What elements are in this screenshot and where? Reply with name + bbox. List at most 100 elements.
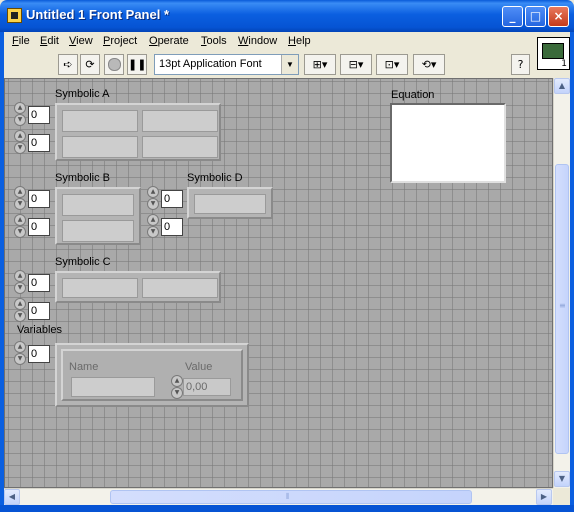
menu-operate[interactable]: Operate — [149, 35, 189, 47]
symbolic-c-index-1-stepper[interactable]: ▲ ▼ — [14, 270, 26, 294]
scroll-down-button[interactable]: ▼ — [554, 471, 570, 487]
symbolic-c-index-2-stepper[interactable]: ▲ ▼ — [14, 298, 26, 322]
increment-icon[interactable]: ▲ — [14, 130, 26, 142]
symbolic-c-cell[interactable] — [142, 278, 218, 298]
menu-tools[interactable]: Tools — [201, 35, 227, 47]
variables-cluster-array[interactable]: Name Value ▲ ▼ 0,00 — [55, 343, 249, 407]
value-stepper[interactable]: ▲ ▼ — [171, 375, 183, 399]
decrement-icon[interactable]: ▼ — [14, 310, 26, 322]
increment-icon[interactable]: ▲ — [147, 214, 159, 226]
resize-objects-button[interactable]: ⊡▾ — [376, 54, 408, 75]
maximize-button[interactable]: □ — [525, 6, 546, 27]
symbolic-d-index-2[interactable]: 0 — [161, 218, 183, 236]
symbolic-b-cell[interactable] — [62, 220, 134, 242]
symbolic-a-index-2[interactable]: 0 — [28, 134, 50, 152]
increment-icon[interactable]: ▲ — [14, 102, 26, 114]
decrement-icon[interactable]: ▼ — [14, 198, 26, 210]
name-field[interactable] — [71, 377, 155, 397]
decrement-icon[interactable]: ▼ — [14, 114, 26, 126]
symbolic-d-index-2-stepper[interactable]: ▲ ▼ — [147, 214, 159, 238]
font-dropdown[interactable]: 13pt Application Font ▼ — [154, 54, 299, 75]
menu-help[interactable]: Help — [288, 35, 311, 47]
symbolic-a-cell[interactable] — [142, 136, 218, 158]
decrement-icon[interactable]: ▼ — [14, 142, 26, 154]
scroll-left-button[interactable]: ◀ — [4, 489, 20, 505]
symbolic-d-index-1[interactable]: 0 — [161, 190, 183, 208]
symbolic-c-cell[interactable] — [62, 278, 138, 298]
symbolic-b-index-2-stepper[interactable]: ▲ ▼ — [14, 214, 26, 238]
symbolic-d-array[interactable] — [187, 187, 273, 219]
reorder-button[interactable]: ⟲▾ — [413, 54, 445, 75]
increment-icon[interactable]: ▲ — [171, 375, 183, 387]
context-help-button[interactable]: ? — [511, 54, 530, 75]
scrollbar-corner — [553, 488, 570, 505]
increment-icon[interactable]: ▲ — [14, 298, 26, 310]
decrement-icon[interactable]: ▼ — [147, 198, 159, 210]
symbolic-d-label: Symbolic D — [187, 172, 243, 184]
window-title: Untitled 1 Front Panel * — [26, 7, 170, 22]
scroll-right-button[interactable]: ▶ — [536, 489, 552, 505]
horizontal-scroll-thumb[interactable]: ⦀ — [110, 490, 472, 504]
symbolic-c-index-2[interactable]: 0 — [28, 302, 50, 320]
decrement-icon[interactable]: ▼ — [14, 226, 26, 238]
symbolic-a-index-1-stepper[interactable]: ▲ ▼ — [14, 102, 26, 126]
decrement-icon[interactable]: ▼ — [14, 353, 26, 365]
grip-icon: ⦀ — [286, 492, 290, 501]
menu-view[interactable]: View — [69, 35, 93, 47]
symbolic-b-cell[interactable] — [62, 194, 134, 216]
scroll-up-button[interactable]: ▲ — [554, 78, 570, 94]
close-button[interactable]: × — [548, 6, 569, 27]
labview-app-icon[interactable] — [7, 8, 22, 23]
menu-project[interactable]: Project — [103, 35, 137, 47]
increment-icon[interactable]: ▲ — [14, 270, 26, 282]
menu-edit[interactable]: Edit — [40, 35, 59, 47]
variables-label: Variables — [17, 324, 63, 336]
symbolic-a-cell[interactable] — [142, 110, 218, 132]
menu-file[interactable]: File — [12, 35, 30, 47]
increment-icon[interactable]: ▲ — [147, 186, 159, 198]
symbolic-a-cell[interactable] — [62, 136, 138, 158]
align-icon: ⊞▾ — [312, 58, 328, 71]
symbolic-b-index-1[interactable]: 0 — [28, 190, 50, 208]
front-panel[interactable]: Symbolic A ▲ ▼ 0 ▲ ▼ 0 Symbolic B ▲ ▼ 0 ▲ ▼ … — [4, 78, 553, 488]
minimize-button[interactable]: _ — [502, 6, 523, 27]
vertical-scroll-thumb[interactable]: ≡ — [555, 164, 569, 454]
decrement-icon[interactable]: ▼ — [147, 226, 159, 238]
symbolic-b-array[interactable] — [55, 187, 141, 245]
align-objects-button[interactable]: ⊞▾ — [304, 54, 336, 75]
symbolic-d-index-1-stepper[interactable]: ▲ ▼ — [147, 186, 159, 210]
run-continuously-button[interactable]: ⟳ — [80, 54, 100, 75]
horizontal-scrollbar[interactable]: ◀ ⦀ ▶ — [4, 488, 553, 505]
symbolic-a-cell[interactable] — [62, 110, 138, 132]
menu-window[interactable]: Window — [238, 35, 277, 47]
symbolic-c-array[interactable] — [55, 271, 221, 303]
variables-cluster: Name Value ▲ ▼ 0,00 — [61, 349, 243, 401]
symbolic-a-index-2-stepper[interactable]: ▲ ▼ — [14, 130, 26, 154]
chevron-down-icon[interactable]: ▼ — [281, 55, 298, 74]
run-button[interactable]: ➪ — [58, 54, 78, 75]
vertical-scrollbar[interactable]: ▲ ≡ ▼ — [553, 78, 570, 488]
distribute-objects-button[interactable]: ⊟▾ — [340, 54, 372, 75]
value-label: Value — [185, 361, 213, 373]
increment-icon[interactable]: ▲ — [14, 186, 26, 198]
equation-string-control[interactable] — [390, 103, 506, 183]
vi-icon-number: 1 — [561, 59, 567, 69]
symbolic-b-index-2[interactable]: 0 — [28, 218, 50, 236]
symbolic-b-index-1-stepper[interactable]: ▲ ▼ — [14, 186, 26, 210]
pause-button[interactable]: ❚❚ — [127, 54, 147, 75]
increment-icon[interactable]: ▲ — [14, 341, 26, 353]
vi-icon[interactable]: 1 — [537, 37, 570, 70]
abort-button[interactable] — [104, 54, 124, 75]
decrement-icon[interactable]: ▼ — [171, 387, 183, 399]
increment-icon[interactable]: ▲ — [14, 214, 26, 226]
symbolic-c-index-1[interactable]: 0 — [28, 274, 50, 292]
value-field[interactable]: 0,00 — [183, 378, 231, 396]
menu-bar: File Edit View Project Operate Tools Win… — [4, 32, 570, 51]
variables-index-stepper[interactable]: ▲ ▼ — [14, 341, 26, 365]
symbolic-a-index-1[interactable]: 0 — [28, 106, 50, 124]
decrement-icon[interactable]: ▼ — [14, 282, 26, 294]
symbolic-d-cell[interactable] — [194, 194, 266, 214]
variables-index[interactable]: 0 — [28, 345, 50, 363]
symbolic-a-array[interactable] — [55, 103, 221, 161]
help-icon: ? — [517, 58, 524, 71]
